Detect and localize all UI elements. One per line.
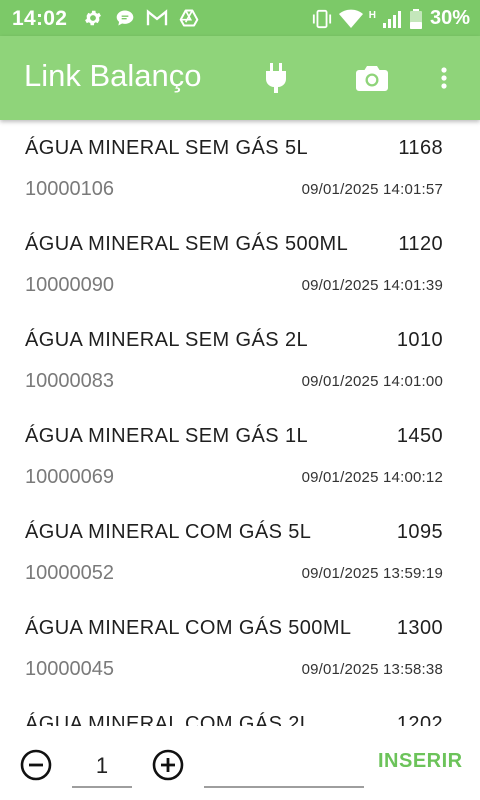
item-quantity: 1300	[396, 617, 443, 639]
product-code-input[interactable]	[204, 746, 364, 788]
item-quantity: 1010	[396, 329, 443, 351]
item-name: ÁGUA MINERAL SEM GÁS 2L	[25, 329, 308, 351]
insert-button[interactable]: INSERIR	[378, 750, 463, 773]
status-bar: 14:02 H 30%	[0, 0, 480, 36]
drive-icon	[178, 8, 200, 28]
quantity-input[interactable]	[72, 746, 132, 788]
list-item[interactable]: ÁGUA MINERAL SEM GÁS 5L 1168 10000106 09…	[0, 120, 480, 216]
camera-icon	[356, 66, 388, 91]
list-item[interactable]: ÁGUA MINERAL SEM GÁS 1L 1450 10000069 09…	[0, 408, 480, 504]
item-name: ÁGUA MINERAL COM GÁS 2L	[25, 713, 312, 726]
list-item[interactable]: ÁGUA MINERAL COM GÁS 5L 1095 10000052 09…	[0, 504, 480, 600]
settings-gear-icon	[82, 8, 104, 28]
item-code: 10000045	[25, 658, 114, 680]
minus-circle-icon	[20, 749, 52, 781]
app-bar: Link Balanço	[0, 36, 480, 120]
item-date: 09/01/2025 13:58:38	[301, 661, 443, 678]
list-item[interactable]: ÁGUA MINERAL COM GÁS 2L 1202	[0, 696, 480, 726]
item-date: 09/01/2025 14:01:57	[301, 181, 443, 198]
item-code: 10000106	[25, 178, 114, 200]
item-code: 10000090	[25, 274, 114, 296]
item-code: 10000052	[25, 562, 114, 584]
more-vert-icon	[441, 67, 447, 89]
app-title: Link Balanço	[24, 58, 202, 93]
plug-icon	[266, 63, 286, 93]
battery-percent: 30%	[429, 7, 470, 29]
bottom-bar: INSERIR	[0, 726, 480, 800]
wifi-icon	[338, 8, 363, 30]
item-name: ÁGUA MINERAL COM GÁS 500ML	[25, 617, 352, 639]
item-quantity: 1202	[396, 713, 443, 726]
item-quantity: 1450	[396, 425, 443, 447]
more-options-button[interactable]	[432, 60, 456, 96]
increase-quantity-button[interactable]	[151, 748, 185, 782]
item-quantity: 1095	[396, 521, 443, 543]
product-list[interactable]: ÁGUA MINERAL SEM GÁS 5L 1168 10000106 09…	[0, 120, 480, 726]
gmail-icon	[146, 8, 168, 28]
item-name: ÁGUA MINERAL SEM GÁS 1L	[25, 425, 308, 447]
item-date: 09/01/2025 14:00:12	[301, 469, 443, 486]
item-quantity: 1120	[398, 233, 443, 255]
item-code: 10000083	[25, 370, 114, 392]
list-item[interactable]: ÁGUA MINERAL SEM GÁS 500ML 1120 10000090…	[0, 216, 480, 312]
camera-button[interactable]	[354, 62, 390, 94]
item-code: 10000069	[25, 466, 114, 488]
plus-circle-icon	[152, 749, 184, 781]
network-type-icon: H	[368, 10, 376, 21]
plug-button[interactable]	[260, 62, 292, 94]
battery-icon	[409, 8, 422, 30]
list-item[interactable]: ÁGUA MINERAL COM GÁS 500ML 1300 10000045…	[0, 600, 480, 696]
item-name: ÁGUA MINERAL SEM GÁS 5L	[25, 137, 308, 159]
chat-bubble-icon	[114, 8, 136, 28]
decrease-quantity-button[interactable]	[19, 748, 53, 782]
item-date: 09/01/2025 14:01:00	[301, 373, 443, 390]
status-time: 14:02	[12, 7, 68, 30]
vibrate-icon	[311, 8, 333, 30]
status-indicators: H 30%	[311, 7, 470, 30]
signal-icon	[382, 8, 404, 30]
list-item[interactable]: ÁGUA MINERAL SEM GÁS 2L 1010 10000083 09…	[0, 312, 480, 408]
item-date: 09/01/2025 14:01:39	[301, 277, 443, 294]
item-quantity: 1168	[398, 137, 443, 159]
item-name: ÁGUA MINERAL COM GÁS 5L	[25, 521, 312, 543]
item-name: ÁGUA MINERAL SEM GÁS 500ML	[25, 233, 349, 255]
notification-icons	[82, 8, 200, 28]
item-date: 09/01/2025 13:59:19	[301, 565, 443, 582]
